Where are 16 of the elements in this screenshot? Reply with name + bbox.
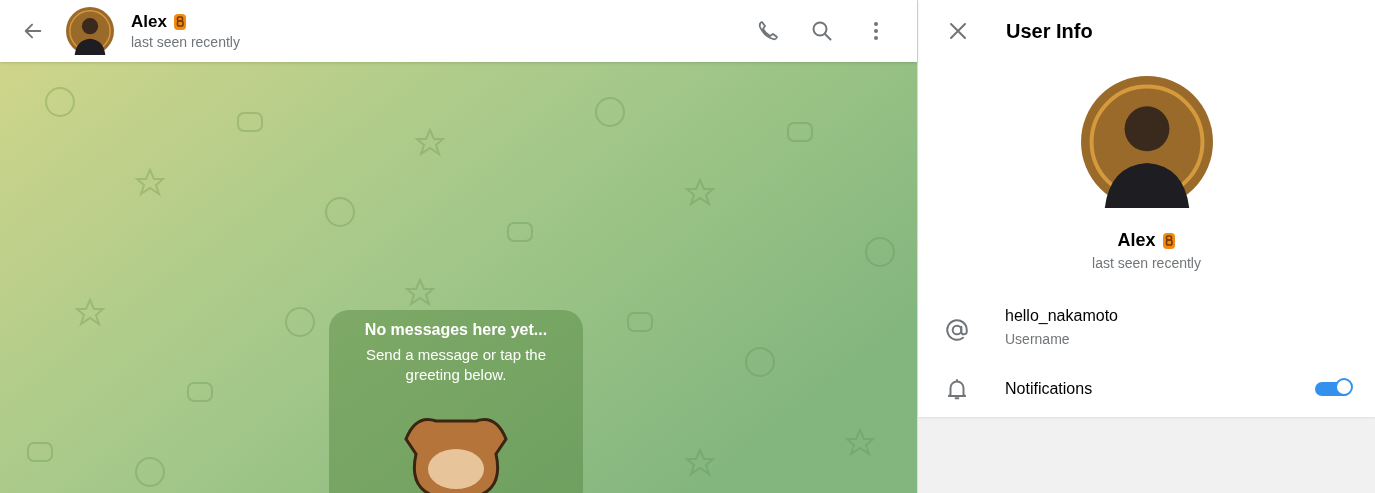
empty-text: Send a message or tap the greeting below.: [364, 345, 548, 385]
chat-status: last seen recently: [131, 34, 240, 50]
coin-icon: [1161, 231, 1176, 250]
coin-icon: [172, 13, 187, 31]
search-icon[interactable]: [810, 19, 834, 43]
profile-status: last seen recently: [1092, 255, 1201, 271]
empty-title: No messages here yet...: [364, 321, 548, 339]
at-icon: [944, 317, 970, 343]
avatar: [66, 7, 114, 55]
profile-name: Alex: [1117, 230, 1156, 251]
chat-title: Alex: [131, 12, 167, 32]
username-value[interactable]: hello_nakamoto: [1005, 307, 1118, 325]
panel-title: User Info: [1006, 19, 1093, 43]
notifications-label: Notifications: [1005, 380, 1093, 398]
phone-icon[interactable]: [756, 19, 780, 43]
username-label: Username: [1005, 331, 1071, 347]
